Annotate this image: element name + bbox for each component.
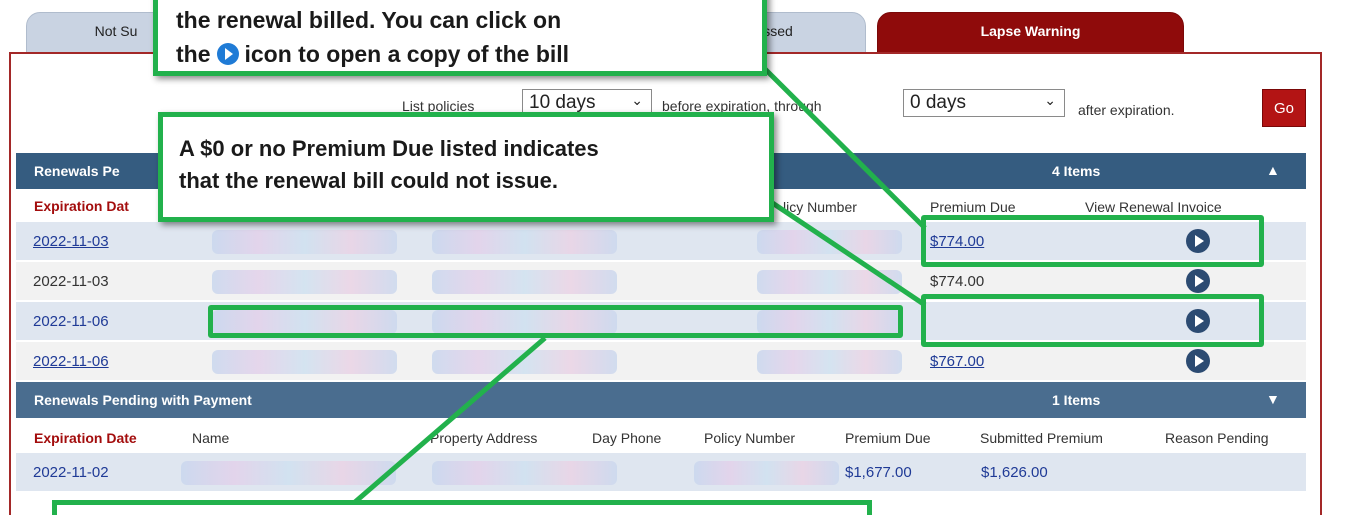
callout-bottom	[52, 500, 872, 515]
callout-text: that the renewal bill could not issue.	[179, 168, 558, 193]
callout-no-premium: A $0 or no Premium Due listed indicates …	[158, 112, 774, 222]
callout-text: A $0 or no Premium Due listed indicates	[179, 136, 599, 161]
callout-open-bill: the renewal billed. You can click on the…	[153, 0, 767, 76]
callout-word: the	[176, 41, 211, 67]
callout-word: icon to open a copy of the bill	[244, 41, 570, 67]
callout-connector-lines	[338, 58, 927, 515]
play-icon	[216, 43, 239, 65]
callout-text-line2: the icon to open a copy of the bill	[176, 37, 762, 71]
callout-text: the renewal billed. You can click on	[176, 7, 562, 33]
